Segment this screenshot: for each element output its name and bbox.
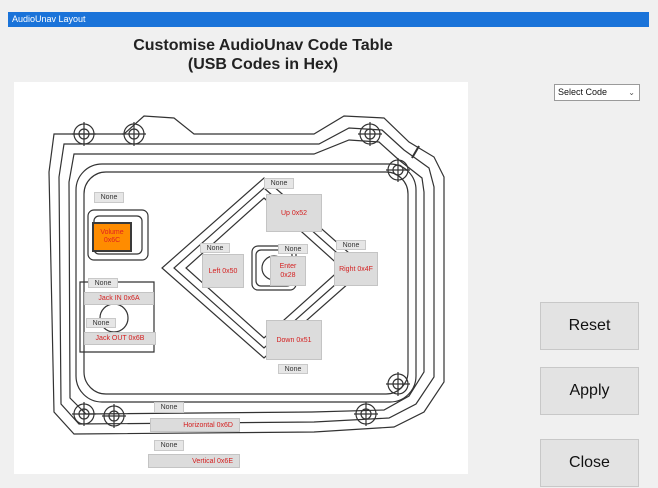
vertical-code-button[interactable]: Vertical 0x6E [148,454,240,468]
device-layout-canvas: None None None None None None None None … [14,82,468,474]
volume-none-label: None [94,192,124,203]
horizontal-none-label: None [154,402,184,413]
left-code-button[interactable]: Left 0x50 [202,254,244,288]
jack-in-code-button[interactable]: Jack IN 0x6A [84,292,154,305]
horizontal-code-button[interactable]: Horizontal 0x6D [150,418,240,432]
up-code-button[interactable]: Up 0x52 [266,194,322,232]
enter-code-button[interactable]: Enter 0x28 [270,256,306,286]
enter-none-label: None [278,244,308,254]
reset-button[interactable]: Reset [540,302,639,350]
right-code-button[interactable]: Right 0x4F [334,252,378,286]
page-title-line1: Customise AudioUnav Code Table [133,37,393,54]
right-none-label: None [336,240,366,250]
select-code-dropdown[interactable]: Select Code ⌄ [554,84,640,101]
select-code-value: Select Code [558,87,608,97]
left-none-label: None [200,243,230,253]
down-none-label: None [278,364,308,374]
down-code-button[interactable]: Down 0x51 [266,320,322,360]
volume-code-button[interactable]: Volume 0x6C [92,222,132,252]
window-title-bar: AudioUnav Layout [8,12,649,27]
page-title-line2: (USB Codes in Hex) [187,56,339,73]
page-title: Customise AudioUnav Code Table (USB Codes… [0,36,526,74]
apply-button[interactable]: Apply [540,367,639,415]
vertical-none-label: None [154,440,184,451]
close-button[interactable]: Close [540,439,639,487]
jack-in-none-label: None [88,278,118,288]
jack-out-code-button[interactable]: Jack OUT 0x6B [84,332,156,345]
window-title: AudioUnav Layout [12,14,86,24]
jack-out-none-label: None [86,318,116,328]
chevron-down-icon: ⌄ [628,88,635,97]
up-none-label: None [264,178,294,189]
